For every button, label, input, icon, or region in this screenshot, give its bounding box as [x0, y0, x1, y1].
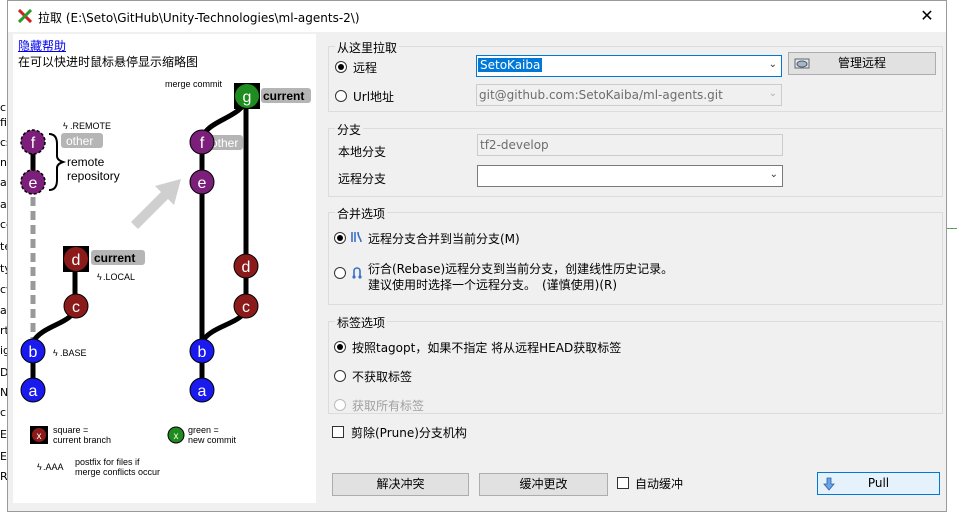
legend-text: merge conflicts occur — [75, 467, 160, 477]
remote-tag-bolt: ϟ — [63, 121, 68, 131]
legend-glyph: x — [37, 431, 42, 442]
help-panel: 隐藏帮助 在可以快进时鼠标悬停显示缩略图 f e ϟ .REMOTE other… — [13, 34, 316, 503]
remote-tag: .REMOTE — [70, 121, 111, 131]
tortoisegit-icon — [18, 9, 32, 23]
no-tags-radio[interactable] — [334, 370, 346, 382]
pull-label: Pull — [867, 476, 890, 490]
remote-radio[interactable] — [335, 61, 347, 73]
node-label: a — [29, 383, 38, 400]
local-branch-value: tf2-develop — [480, 138, 549, 152]
title-bar[interactable]: 拉取 (E:\Seto\GitHub\Unity-Technologies\ml… — [8, 1, 946, 32]
legend-glyph: x — [174, 431, 179, 442]
legend-text: new commit — [188, 435, 237, 445]
rebase-label[interactable]: 衍合(Rebase)远程分支到当前分支，创建线性历史记录。 — [368, 260, 673, 277]
current-tag: current — [94, 251, 135, 265]
pull-dialog: 拉取 (E:\Seto\GitHub\Unity-Technologies\ml… — [7, 0, 947, 512]
other-tag: other — [211, 136, 238, 150]
auto-stash-label[interactable]: 自动缓冲 — [635, 475, 683, 492]
remote-select[interactable]: SetoKaiba ⌄ — [476, 55, 782, 77]
local-tag: .LOCAL — [103, 272, 135, 282]
prune-label[interactable]: 剪除(Prune)分支机构 — [351, 424, 467, 441]
tagopt-label[interactable]: 按照tagopt，如果不指定 将从远程HEAD获取标签 — [352, 339, 621, 356]
pull-from-title: 从这里拉取 — [335, 39, 400, 56]
legend-text: .AAA — [43, 462, 64, 472]
help-hint: 在可以快进时鼠标悬停显示缩略图 — [18, 55, 199, 69]
prune-checkbox[interactable] — [332, 426, 344, 438]
legend-bolt: ϟ — [37, 462, 42, 472]
legend-text: postfix for files if — [75, 457, 140, 467]
remote-icon — [794, 58, 810, 69]
all-tags-radio[interactable] — [334, 399, 346, 411]
current-tag: current — [263, 89, 304, 103]
manage-remotes-label: 管理远程 — [837, 56, 886, 70]
merge-label[interactable]: 远程分支合并到当前分支(M) — [368, 230, 520, 247]
node-label: a — [198, 383, 207, 400]
node-label: f — [31, 135, 36, 152]
node-label: e — [198, 175, 207, 192]
node-label: e — [29, 175, 38, 192]
legend-text: green = — [188, 425, 219, 435]
base-tag: .BASE — [60, 348, 87, 358]
resolve-conflicts-button[interactable]: 解决冲突 — [332, 473, 469, 496]
merge-icon — [351, 231, 362, 243]
no-tags-label[interactable]: 不获取标签 — [352, 368, 412, 385]
tag-options-title: 标签选项 — [335, 314, 388, 331]
tagopt-radio[interactable] — [334, 341, 346, 353]
stash-changes-button[interactable]: 缓冲更改 — [479, 473, 608, 496]
manage-remotes-button[interactable]: 管理远程 — [788, 52, 936, 75]
merge-radio[interactable] — [334, 232, 346, 244]
rebase-radio[interactable] — [334, 267, 346, 279]
url-select[interactable]: git@github.com:SetoKaiba/ml-agents.git ⌄ — [476, 84, 782, 106]
node-label: f — [200, 135, 205, 152]
brace — [48, 133, 67, 191]
node-label: b — [29, 344, 38, 361]
merge-options-title: 合并选项 — [335, 205, 388, 222]
url-label: Url地址 — [353, 90, 395, 104]
rebase-icon — [352, 267, 362, 279]
local-branch-field: tf2-develop — [477, 134, 783, 156]
window-title: 拉取 (E:\Seto\GitHub\Unity-Technologies\ml… — [38, 11, 360, 25]
rebase-hint: 建议使用时选择一个远程分支。 (谨慎使用)(R) — [368, 278, 618, 292]
arrow-down-icon — [823, 477, 835, 491]
background-window-right — [947, 0, 957, 518]
legend-text: square = — [53, 425, 88, 435]
other-tag: other — [66, 134, 93, 148]
chevron-down-icon: ⌄ — [768, 59, 777, 70]
local-tag-bolt: ϟ — [97, 272, 102, 282]
node-label: g — [243, 89, 252, 106]
auto-stash-checkbox[interactable] — [617, 477, 629, 489]
node-label: b — [198, 344, 207, 361]
legend-text: current branch — [53, 435, 111, 445]
remote-branch-select[interactable]: ⌄ — [477, 165, 783, 187]
node-label: d — [72, 252, 81, 269]
close-button[interactable]: ✕ — [913, 6, 941, 28]
base-tag-bolt: ϟ — [53, 348, 58, 358]
all-tags-label: 获取所有标签 — [352, 399, 425, 413]
flow-arrow — [131, 179, 181, 229]
remote-label: 远程 — [353, 61, 378, 75]
node-label: d — [242, 259, 251, 276]
node-label: c — [242, 299, 250, 316]
hide-help-link[interactable]: 隐藏帮助 — [18, 37, 66, 54]
remote-branch-label: 远程分支 — [338, 172, 387, 186]
remote-repo-label: remote — [67, 155, 105, 169]
pull-button[interactable]: Pull — [817, 472, 940, 495]
merge-commit-label: merge commit — [165, 79, 223, 89]
remote-select-value: SetoKaiba — [478, 58, 543, 72]
local-branch-label: 本地分支 — [338, 145, 387, 159]
chevron-down-icon: ⌄ — [769, 169, 778, 180]
node-label: c — [72, 299, 80, 316]
remote-repo-label: repository — [67, 169, 120, 183]
url-radio[interactable] — [335, 90, 347, 102]
pull-diagram: f e ϟ .REMOTE other remote repository d … — [20, 79, 311, 477]
chevron-down-icon: ⌄ — [768, 88, 777, 99]
branch-title: 分支 — [335, 121, 364, 138]
url-select-value: git@github.com:SetoKaiba/ml-agents.git — [479, 88, 723, 102]
